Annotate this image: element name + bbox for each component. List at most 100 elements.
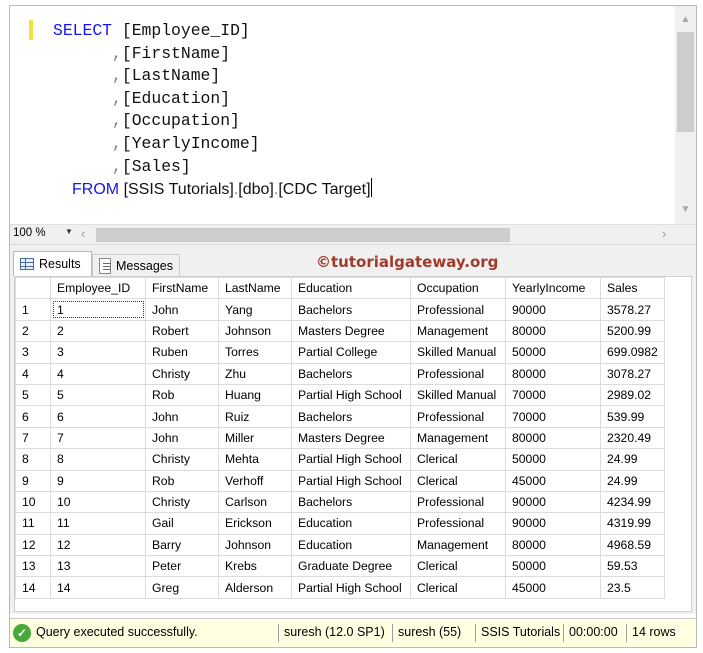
table-cell[interactable]: 45000 [505,576,601,599]
table-row[interactable]: 4 4 Christy Zhu Bachelors Professional 80000 30… [15,362,665,385]
table-cell[interactable]: Rob [145,383,219,407]
table-cell[interactable]: 3078.27 [600,362,665,385]
table-cell[interactable]: Peter [145,555,219,578]
table-cell[interactable]: Huang [218,383,292,407]
table-cell[interactable]: Clerical [410,448,506,471]
table-cell[interactable]: Bachelors [291,298,411,321]
table-cell[interactable]: Torres [218,341,292,364]
table-row[interactable]: 11 11 Gail Erickson Education Professional 900… [15,512,665,535]
column-header[interactable]: LastName [218,277,292,300]
table-cell[interactable]: Management [410,319,506,343]
table-cell[interactable]: Professional [410,405,506,428]
table-cell[interactable]: Alderson [218,576,292,599]
table-cell[interactable]: Partial High School [291,469,411,492]
table-cell[interactable]: 699.0982 [600,341,665,364]
table-cell[interactable]: Professional [410,512,506,535]
results-grid[interactable]: Employee_ID FirstName LastName Education Occ… [14,276,692,612]
table-cell[interactable]: 45000 [505,469,601,492]
table-cell[interactable]: 2989.02 [600,383,665,407]
code-line[interactable]: ,[FirstName] [53,43,230,65]
code-line[interactable]: ,[Sales] [53,156,191,178]
zoom-level[interactable]: 100 % [13,227,46,239]
table-row[interactable]: 3 3 Ruben Torres Partial College Skilled Manu… [15,341,665,364]
table-cell[interactable]: 80000 [505,362,601,385]
table-cell[interactable]: Christy [145,448,219,471]
table-cell[interactable]: Partial College [291,341,411,364]
code-line[interactable]: SELECT [Employee_ID] [53,20,250,42]
table-cell[interactable]: Bachelors [291,405,411,428]
table-row[interactable]: 7 7 John Miller Masters Degree Management 8000… [15,426,665,450]
table-cell[interactable]: Gail [145,512,219,535]
table-cell[interactable]: 90000 [505,490,601,514]
row-number[interactable]: 4 [15,362,51,385]
code-line-from[interactable]: FROM [SSIS Tutorials].[dbo].[CDC Target] [72,178,372,200]
table-cell[interactable]: John [145,426,219,450]
table-cell[interactable]: Yang [218,298,292,321]
scroll-left-icon[interactable]: ‹ [81,226,85,241]
table-cell[interactable]: Barry [145,533,219,557]
table-cell[interactable]: Bachelors [291,362,411,385]
table-cell[interactable]: 70000 [505,405,601,428]
table-row[interactable]: 9 9 Rob Verhoff Partial High School Clerical 4… [15,469,665,492]
table-cell[interactable]: 6 [50,405,146,428]
table-row[interactable]: 5 5 Rob Huang Partial High School Skilled Man… [15,383,665,407]
table-cell[interactable]: 14 [50,576,146,599]
table-cell[interactable]: Ruben [145,341,219,364]
table-cell[interactable]: 1 [50,298,146,321]
table-cell[interactable]: 4968.59 [600,533,665,557]
table-cell[interactable]: Professional [410,362,506,385]
table-cell[interactable]: 10 [50,490,146,514]
table-row[interactable]: 1 1 John Yang Bachelors Professional 90000 3578… [15,298,665,321]
table-cell[interactable]: 4319.99 [600,512,665,535]
tab-results[interactable]: Results [13,251,92,276]
table-cell[interactable]: Masters Degree [291,319,411,343]
table-cell[interactable]: Carlson [218,490,292,514]
row-number[interactable]: 11 [15,512,51,535]
code-line[interactable]: ,[LastName] [53,65,220,87]
table-cell[interactable]: Ruiz [218,405,292,428]
table-cell[interactable]: 23.5 [600,576,665,599]
column-header[interactable]: Employee_ID [50,277,146,300]
code-line[interactable]: ,[Occupation] [53,110,240,132]
table-cell[interactable]: Zhu [218,362,292,385]
row-number[interactable]: 7 [15,426,51,450]
row-number[interactable]: 10 [15,490,51,514]
column-header[interactable]: Sales [600,277,665,300]
table-cell[interactable]: Skilled Manual [410,383,506,407]
table-cell[interactable]: 5 [50,383,146,407]
table-cell[interactable]: Graduate Degree [291,555,411,578]
table-cell[interactable]: 24.99 [600,448,665,471]
table-row[interactable]: 8 8 Christy Mehta Partial High School Clerica… [15,448,665,471]
table-cell[interactable]: Clerical [410,555,506,578]
table-cell[interactable]: Education [291,512,411,535]
column-header[interactable]: Education [291,277,411,300]
table-cell[interactable]: 4234.99 [600,490,665,514]
table-cell[interactable]: Mehta [218,448,292,471]
table-cell[interactable]: 539.99 [600,405,665,428]
tab-messages[interactable]: Messages [92,254,180,276]
row-number[interactable]: 9 [15,469,51,492]
table-cell[interactable]: 13 [50,555,146,578]
table-cell[interactable]: Professional [410,490,506,514]
table-cell[interactable]: Skilled Manual [410,341,506,364]
table-cell[interactable]: Krebs [218,555,292,578]
scroll-thumb[interactable] [677,32,694,132]
table-cell[interactable]: 59.53 [600,555,665,578]
editor-vertical-scrollbar[interactable]: ▲ ▼ [675,6,696,224]
table-cell[interactable]: Christy [145,362,219,385]
corner-cell[interactable] [15,277,51,300]
column-header[interactable]: Occupation [410,277,506,300]
table-cell[interactable]: 80000 [505,533,601,557]
table-cell[interactable]: 2320.49 [600,426,665,450]
row-number[interactable]: 8 [15,448,51,471]
code-line[interactable]: ,[Education] [53,88,230,110]
table-cell[interactable]: 3 [50,341,146,364]
table-cell[interactable]: 24.99 [600,469,665,492]
table-cell[interactable]: John [145,405,219,428]
table-cell[interactable]: Johnson [218,319,292,343]
table-cell[interactable]: Greg [145,576,219,599]
table-cell[interactable]: Professional [410,298,506,321]
row-number[interactable]: 3 [15,341,51,364]
horizontal-scroll-thumb[interactable] [96,228,510,242]
sql-editor[interactable]: SELECT [Employee_ID] ,[FirstName] ,[Last… [10,6,675,224]
